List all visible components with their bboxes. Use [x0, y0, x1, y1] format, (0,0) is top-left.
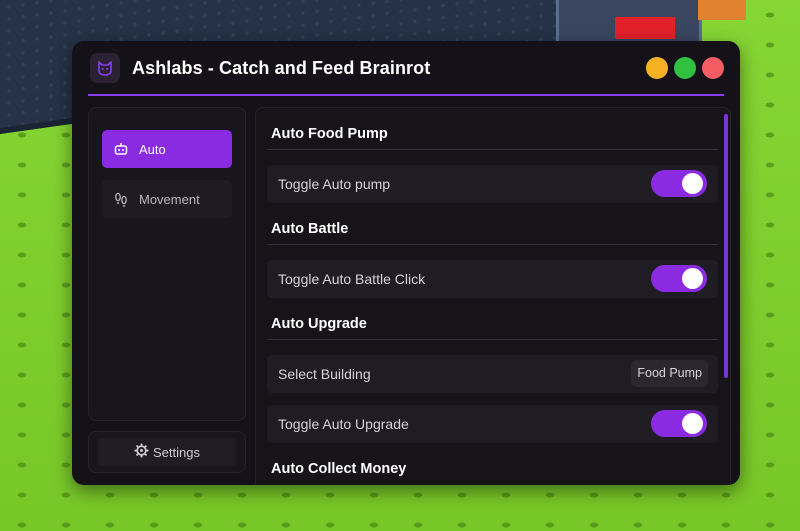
toggle-row-auto-battle[interactable]: Toggle Auto Battle Click: [267, 260, 718, 298]
cat-icon: [90, 53, 120, 83]
background-block: [698, 0, 746, 20]
app-title: Ashlabs - Catch and Feed Brainrot: [132, 58, 431, 78]
dropdown-row-building[interactable]: Select Building Food Pump: [267, 355, 718, 393]
background-building: [556, 0, 702, 46]
robot-icon: [113, 141, 129, 157]
row-label: Select Building: [278, 366, 371, 382]
sidebar-item-label: Movement: [139, 191, 200, 207]
toggle-row-auto-upgrade[interactable]: Toggle Auto Upgrade: [267, 405, 718, 443]
title-bar[interactable]: Ashlabs - Catch and Feed Brainrot: [72, 41, 740, 97]
sidebar: Auto Movement: [88, 107, 246, 421]
row-label: Toggle Auto Battle Click: [278, 271, 426, 287]
gear-icon: [134, 443, 149, 461]
settings-button[interactable]: Settings: [98, 438, 236, 466]
title-divider: [88, 94, 724, 96]
settings-label: Settings: [153, 444, 200, 460]
toggle-knob: [682, 268, 703, 289]
toggle-knob: [682, 173, 703, 194]
toggle-switch[interactable]: [651, 170, 707, 197]
toggle-knob: [682, 413, 703, 434]
window-controls: [646, 57, 724, 79]
sidebar-item-movement[interactable]: Movement: [102, 180, 232, 218]
scrollbar-thumb[interactable]: [724, 114, 728, 378]
sidebar-item-auto[interactable]: Auto: [102, 130, 232, 168]
footprints-icon: [113, 191, 129, 207]
building-dropdown[interactable]: Food Pump: [631, 360, 708, 387]
row-label: Toggle Auto pump: [278, 176, 391, 192]
section-title: Auto Upgrade: [271, 316, 367, 332]
minimize-button[interactable]: [646, 57, 668, 79]
section-divider: [267, 149, 718, 150]
section-divider: [267, 244, 718, 245]
toggle-switch[interactable]: [651, 410, 707, 437]
section-divider: [267, 339, 718, 340]
row-label: Toggle Auto Upgrade: [278, 416, 409, 432]
toggle-row-auto-pump[interactable]: Toggle Auto pump: [267, 165, 718, 203]
section-title: Auto Battle: [271, 221, 349, 237]
main-window: Ashlabs - Catch and Feed Brainrot Auto M…: [72, 41, 740, 485]
maximize-button[interactable]: [674, 57, 696, 79]
section-title: Auto Food Pump: [271, 126, 388, 142]
close-button[interactable]: [702, 57, 724, 79]
content-panel[interactable]: Auto Food Pump Toggle Auto pump Auto Bat…: [255, 107, 731, 485]
section-title: Auto Collect Money: [271, 461, 407, 477]
sidebar-item-label: Auto: [139, 141, 166, 157]
settings-panel: Settings: [88, 431, 246, 473]
toggle-switch[interactable]: [651, 265, 707, 292]
